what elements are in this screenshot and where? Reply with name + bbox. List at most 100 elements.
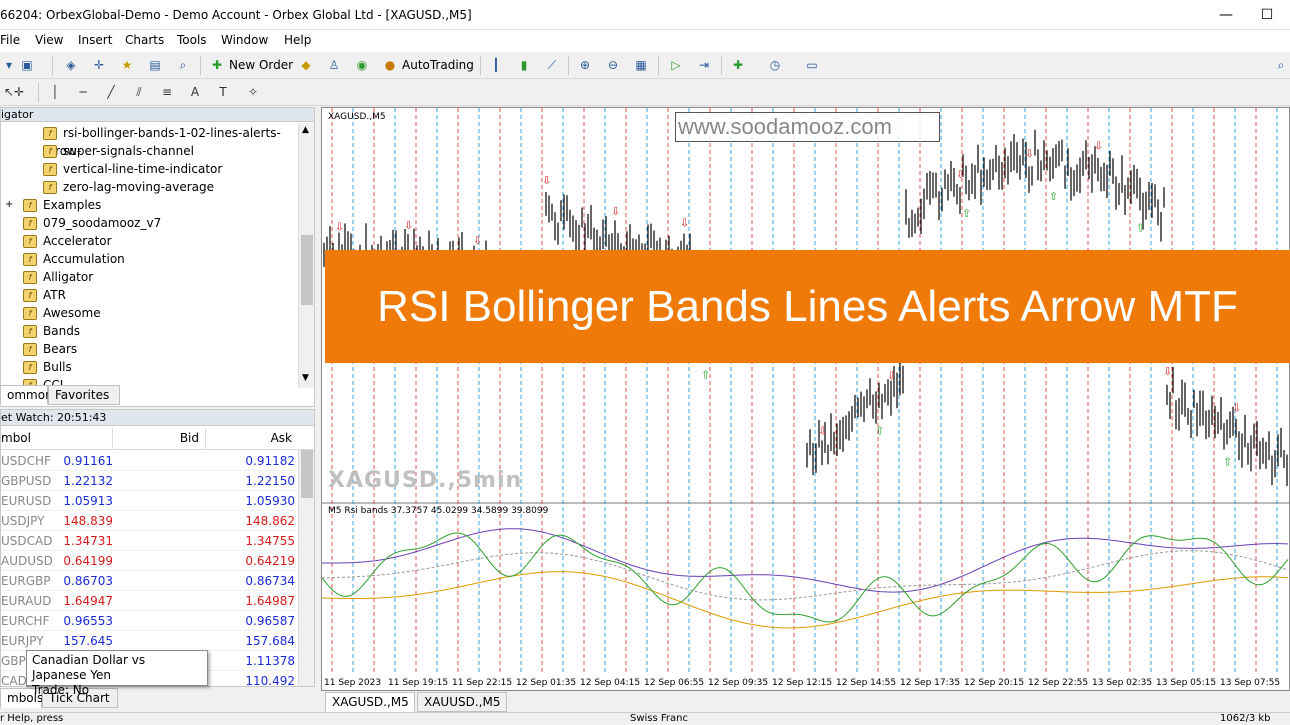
autoscroll-icon[interactable]: ▷	[667, 57, 685, 74]
scrollbar-thumb[interactable]	[301, 450, 313, 498]
dropdown-icon[interactable]: ▾	[0, 57, 18, 74]
menu-charts[interactable]: Charts	[125, 33, 164, 47]
data-window-icon[interactable]: ✛	[90, 57, 108, 74]
strategy-tester-icon[interactable]: ⌕	[174, 57, 192, 74]
templates-icon[interactable]: ▭	[803, 57, 821, 74]
menu-tools[interactable]: Tools	[177, 33, 207, 47]
navigator-item[interactable]: f Awesome	[23, 304, 101, 322]
zoom-in-icon[interactable]: ⊕	[576, 57, 594, 74]
symbol-cell: USDJPY	[1, 514, 45, 528]
horizontal-line-icon[interactable]: ─	[74, 84, 92, 101]
navigator-scrollbar[interactable]: ▲ ▼	[298, 123, 314, 388]
navigator-item-label: Examples	[43, 198, 102, 212]
text-label-icon[interactable]: T	[214, 84, 232, 101]
navigator-item[interactable]: f Accumulation	[23, 250, 125, 268]
bar-chart-icon[interactable]: ┃	[487, 57, 505, 74]
navigator-item[interactable]: f Bulls	[23, 358, 72, 376]
text-icon[interactable]: A	[186, 84, 204, 101]
navigator-icon[interactable]: ★	[118, 57, 136, 74]
market-watch-row[interactable]: USDCHF 0.91161 0.91182	[1, 451, 299, 471]
metaeditor-icon[interactable]: ◆	[297, 57, 315, 74]
banner-text: RSI Bollinger Bands Lines Alerts Arrow M…	[377, 282, 1238, 331]
arrows-icon[interactable]: ✧	[244, 84, 262, 101]
tab-favorites[interactable]: Favorites	[48, 385, 120, 405]
candle-chart-icon[interactable]: ▮	[515, 57, 533, 74]
minimize-button[interactable]: —	[1212, 4, 1240, 26]
market-watch-row[interactable]: EURAUD 1.64947 1.64987	[1, 591, 299, 611]
navigator-item[interactable]: f Alligator	[23, 268, 93, 286]
trendline-icon[interactable]: ╱	[102, 84, 120, 101]
market-watch-row[interactable]: GBPUSD 1.22132 1.22150	[1, 471, 299, 491]
sell-arrow: ⇩	[473, 234, 482, 247]
navigator-item[interactable]: f zero-lag-moving-average	[43, 178, 214, 196]
menu-file[interactable]: File	[0, 33, 20, 47]
line-chart-icon[interactable]: ⟋	[543, 57, 561, 74]
tab-xagusd[interactable]: XAGUSD.,M5	[325, 692, 415, 712]
status-bar: r Help, press Swiss Franc 1062/3 kb	[0, 712, 1290, 725]
search-icon[interactable]: ⌕	[1272, 57, 1290, 74]
signals-icon[interactable]: ◉	[353, 57, 371, 74]
market-watch-row[interactable]: AUDUSD 0.64199 0.64219	[1, 551, 299, 571]
menu-insert[interactable]: Insert	[78, 33, 112, 47]
indicators-icon[interactable]: ✚	[729, 57, 747, 74]
col-bid[interactable]: Bid	[180, 431, 199, 445]
new-order-button[interactable]: New Order	[229, 58, 293, 72]
ask-cell: 157.684	[245, 634, 295, 648]
market-watch-row[interactable]: USDJPY 148.839 148.862	[1, 511, 299, 531]
maximize-button[interactable]: ☐	[1253, 4, 1281, 26]
navigator-item[interactable]: f super-signals-channel	[43, 142, 194, 160]
symbol-cell: EURUSD	[1, 494, 52, 508]
crosshair-icon[interactable]: ✛	[10, 84, 28, 101]
market-watch-row[interactable]: EURJPY 157.645 157.684	[1, 631, 299, 651]
navigator-item-label: Bulls	[43, 360, 72, 374]
market-watch-row[interactable]: EURGBP 0.86703 0.86734	[1, 571, 299, 591]
account-icon[interactable]: ♙	[325, 57, 343, 74]
menu-window[interactable]: Window	[221, 33, 268, 47]
tile-windows-icon[interactable]: ▦	[632, 57, 650, 74]
tab-xauusd[interactable]: XAUUSD.,M5	[417, 692, 507, 712]
sell-arrow: ⇩	[956, 168, 965, 181]
chart-canvas[interactable]: ⇩⇧⇩⇧⇩⇧⇩⇩⇧⇩⇧⇩⇧⇩⇧⇩⇩⇧⇩⇧⇩⇧⇩⇧⇩11 Sep 202311 S…	[322, 108, 1290, 691]
equidistant-channel-icon[interactable]: ⫽	[130, 84, 148, 101]
zoom-out-icon[interactable]: ⊖	[604, 57, 622, 74]
periods-icon[interactable]: ◷	[766, 57, 784, 74]
bid-cell: 1.64947	[63, 594, 113, 608]
navigator-item[interactable]: f Accelerator	[23, 232, 112, 250]
col-ask[interactable]: Ask	[271, 431, 292, 445]
menu-view[interactable]: View	[35, 33, 63, 47]
market-watch-row[interactable]: USDCAD 1.34731 1.34755	[1, 531, 299, 551]
chart-shift-icon[interactable]: ⇥	[695, 57, 713, 74]
navigator-item[interactable]: f rsi-bollinger-bands-1-02-lines-alerts-a…	[43, 124, 314, 158]
vertical-line-icon[interactable]: │	[46, 84, 64, 101]
ask-cell: 0.96587	[245, 614, 295, 628]
market-watch-row[interactable]: EURUSD 1.05913 1.05930	[1, 491, 299, 511]
tab-common[interactable]: ommon	[0, 385, 53, 405]
navigator-item[interactable]: f vertical-line-time-indicator	[43, 160, 222, 178]
navigator-item[interactable]: + f Examples	[5, 196, 102, 214]
chart-window[interactable]: ⇩⇧⇩⇧⇩⇧⇩⇩⇧⇩⇧⇩⇧⇩⇧⇩⇩⇧⇩⇧⇩⇧⇩⇧⇩11 Sep 202311 S…	[321, 107, 1290, 691]
menu-help[interactable]: Help	[284, 33, 311, 47]
navigator-item[interactable]: f Bands	[23, 322, 80, 340]
terminal-icon[interactable]: ▤	[146, 57, 164, 74]
col-symbol[interactable]: mbol	[1, 431, 31, 445]
autotrading-button[interactable]: AutoTrading	[402, 58, 474, 72]
fibonacci-icon[interactable]: ≡	[158, 84, 176, 101]
chart-symbol-label: XAGUSD.,M5	[328, 112, 386, 122]
expand-icon[interactable]: +	[5, 196, 13, 214]
scroll-down-icon[interactable]: ▼	[302, 373, 309, 383]
bid-cell: 157.645	[63, 634, 113, 648]
market-watch-icon[interactable]: ◈	[62, 57, 80, 74]
navigator-item[interactable]: f 079_soodamooz_v7	[23, 214, 161, 232]
navigator-item[interactable]: f ATR	[23, 286, 66, 304]
navigator-item[interactable]: f Bears	[23, 340, 77, 358]
indicator-icon: f	[43, 181, 57, 194]
profiles-icon[interactable]: ▣	[18, 57, 36, 74]
market-watch-scrollbar[interactable]	[298, 450, 314, 686]
scroll-up-icon[interactable]: ▲	[302, 125, 309, 135]
buy-arrow: ⇧	[701, 368, 710, 381]
new-order-icon[interactable]: ✚	[208, 57, 226, 74]
autotrading-icon[interactable]: ●	[381, 57, 399, 74]
market-watch-row[interactable]: EURCHF 0.96553 0.96587	[1, 611, 299, 631]
menu-bar: File View Insert Charts Tools Window Hel…	[0, 30, 1290, 52]
scrollbar-thumb[interactable]	[301, 235, 313, 305]
